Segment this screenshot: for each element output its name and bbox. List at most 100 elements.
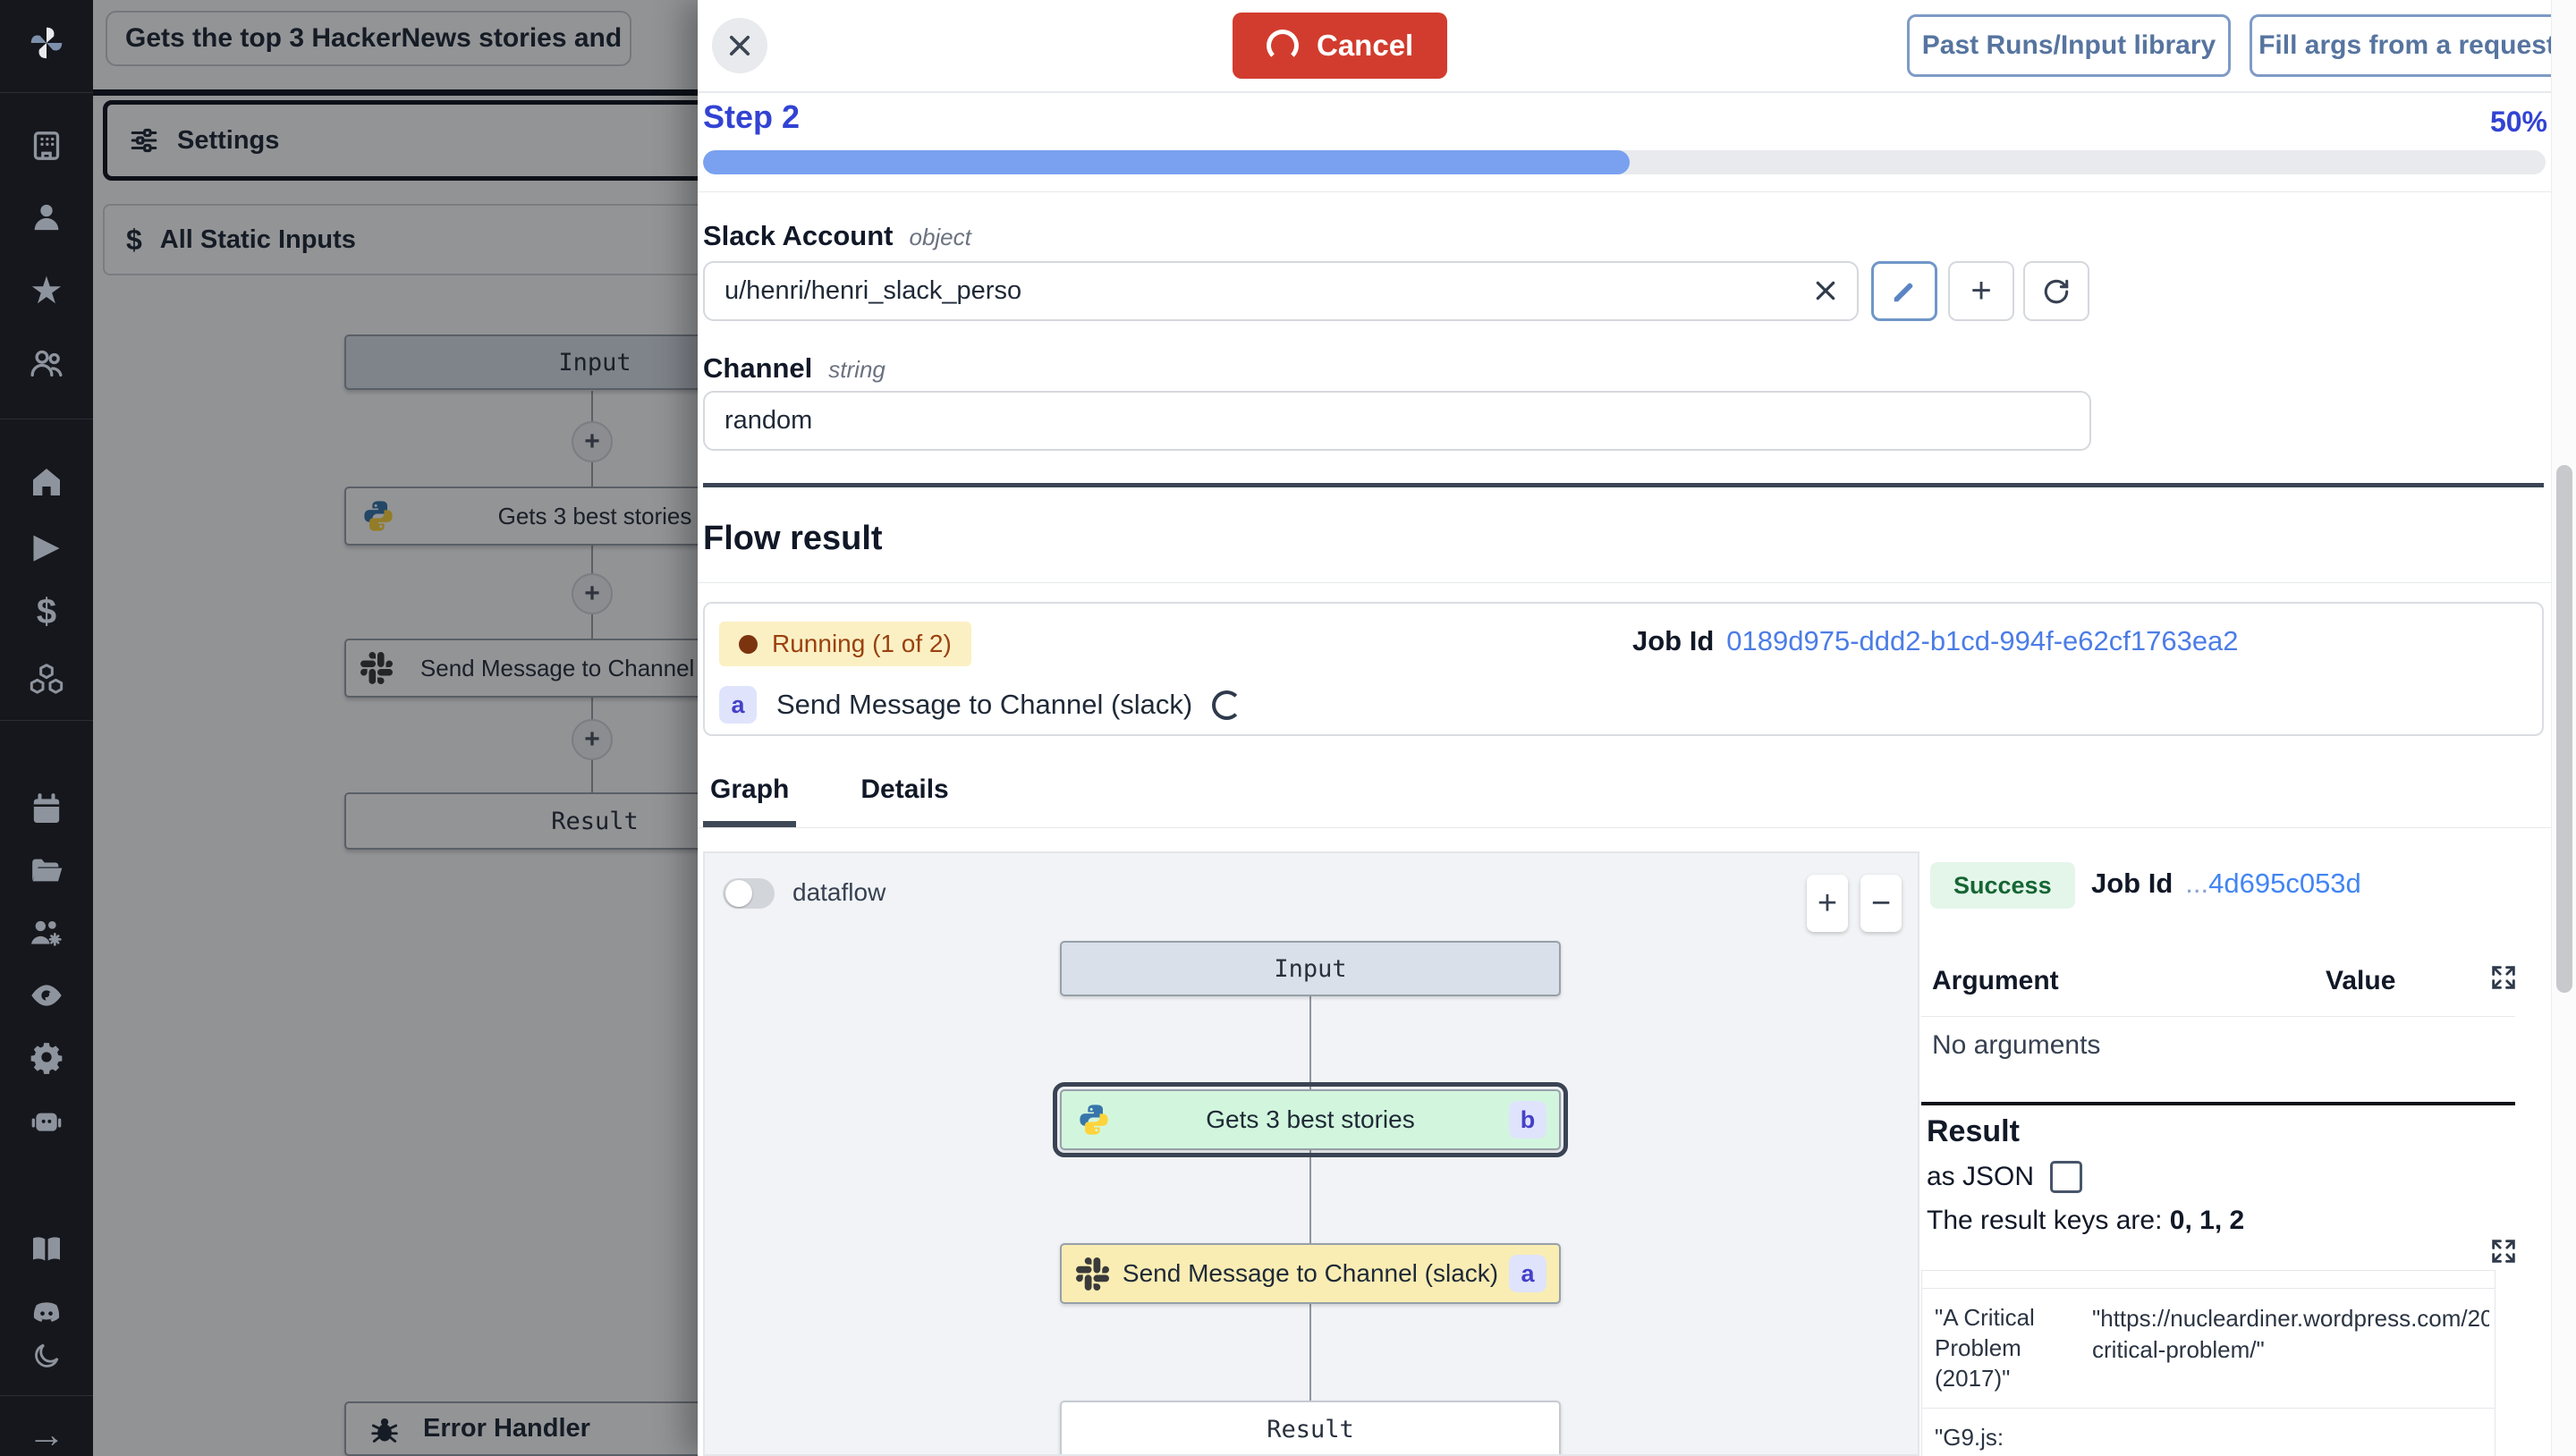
graph-edge xyxy=(1309,996,1311,1089)
graph-node-result[interactable]: Result xyxy=(1060,1401,1561,1456)
node-badge: b xyxy=(1509,1101,1546,1139)
expand-args-icon[interactable] xyxy=(2488,962,2519,993)
zoom-out-button[interactable]: − xyxy=(1860,875,1902,932)
workers-robot-icon[interactable] xyxy=(0,1101,93,1140)
graph-edge xyxy=(1309,1304,1311,1401)
refresh-resource-button[interactable] xyxy=(2023,261,2089,321)
argument-column-header: Argument xyxy=(1932,966,2059,996)
as-json-checkbox[interactable] xyxy=(2050,1161,2082,1193)
result-keys-text: The result keys are: 0, 1, 2 xyxy=(1927,1206,2244,1236)
scrollbar-thumb[interactable] xyxy=(2556,465,2572,993)
modal-overlay[interactable] xyxy=(93,0,698,1456)
node-badge: a xyxy=(1509,1255,1546,1292)
expand-sidebar-arrow-icon[interactable]: → xyxy=(0,1415,93,1454)
workspace-building-icon[interactable] xyxy=(0,126,93,165)
users-icon[interactable] xyxy=(0,343,93,383)
divider xyxy=(698,191,2576,192)
job-id-row: Job Id 0189d975-ddd2-b1cd-994f-e62cf1763… xyxy=(1632,625,2239,657)
refresh-icon xyxy=(2042,277,2071,306)
sidebar-divider xyxy=(0,720,93,721)
divider xyxy=(1921,1016,2515,1017)
tabs-divider xyxy=(698,827,2576,828)
graph-node-step-b[interactable]: Gets 3 best stories b xyxy=(1060,1089,1561,1150)
app-sidebar: ★ ▶ $ → xyxy=(0,0,93,1456)
table-row: "A Critical Problem (2017)" "https://nuc… xyxy=(1922,1289,2495,1409)
job-id-link[interactable]: 0189d975-ddd2-b1cd-994f-e62cf1763ea2 xyxy=(1726,625,2238,657)
close-icon[interactable] xyxy=(712,18,767,73)
runs-play-icon[interactable]: ▶ xyxy=(0,527,93,566)
graph-node-input[interactable]: Input xyxy=(1060,941,1561,996)
dark-mode-moon-icon[interactable] xyxy=(0,1338,93,1374)
table-row: "G9.js: Automatically "http://omrelli.ug… xyxy=(1922,1409,2495,1456)
current-step-row: a Send Message to Channel (slack) xyxy=(719,686,1241,724)
progress-percent: 50% xyxy=(2490,106,2547,139)
step-id-badge: a xyxy=(719,686,757,724)
resources-cubes-icon[interactable] xyxy=(0,659,93,698)
step-job-id-link[interactable]: 4d695c053d xyxy=(2208,868,2361,899)
home-icon[interactable] xyxy=(0,462,93,502)
dataflow-label: dataflow xyxy=(792,878,886,907)
add-resource-button[interactable]: + xyxy=(1948,261,2014,321)
running-status-badge: Running (1 of 2) xyxy=(719,622,971,666)
drawer-scrollbar[interactable] xyxy=(2551,0,2576,1456)
groups-users-gear-icon[interactable] xyxy=(0,913,93,952)
flow-status-card: Running (1 of 2) Job Id 0189d975-ddd2-b1… xyxy=(703,602,2544,736)
channel-label: Channel string xyxy=(703,352,886,385)
slack-account-input[interactable] xyxy=(703,261,1859,321)
success-status-badge: Success xyxy=(1930,862,2075,909)
result-key-cell: "A Critical Problem (2017)" xyxy=(1922,1289,2081,1408)
tab-graph[interactable]: Graph xyxy=(703,775,796,827)
user-icon[interactable] xyxy=(0,198,93,237)
flow-graph-panel: dataflow + − Input Gets 3 best stories b… xyxy=(703,851,1919,1456)
slack-account-label: Slack Account object xyxy=(703,220,971,252)
pencil-icon xyxy=(1891,278,1918,305)
result-section-divider xyxy=(1921,1102,2515,1105)
as-json-row: as JSON xyxy=(1927,1161,2082,1193)
step-job-id-row: Job Id ...4d695c053d xyxy=(2091,868,2361,900)
schedules-calendar-icon[interactable] xyxy=(0,790,93,829)
status-dot-icon xyxy=(739,635,758,654)
channel-input[interactable] xyxy=(703,391,2091,451)
graph-node-step-a[interactable]: Send Message to Channel (slack) a xyxy=(1060,1243,1561,1304)
docs-book-icon[interactable] xyxy=(0,1230,93,1269)
step-job-panel: Success Job Id ...4d695c053d Argument Va… xyxy=(1921,851,2549,1456)
result-heading: Result xyxy=(1927,1114,2020,1149)
past-runs-button[interactable]: Past Runs/Input library xyxy=(1907,14,2231,77)
result-table: "A Critical Problem (2017)" "https://nuc… xyxy=(1921,1270,2496,1456)
tab-details[interactable]: Details xyxy=(853,775,955,827)
folders-icon[interactable] xyxy=(0,851,93,891)
favorites-star-icon[interactable]: ★ xyxy=(0,271,93,310)
result-key-cell: "G9.js: Automatically xyxy=(1922,1409,2081,1456)
audit-eye-icon[interactable] xyxy=(0,976,93,1015)
result-tabs: Graph Details xyxy=(703,775,956,827)
windmill-logo-icon[interactable] xyxy=(0,21,93,64)
flow-result-heading: Flow result xyxy=(703,520,883,558)
fill-args-button[interactable]: Fill args from a request xyxy=(2250,14,2564,77)
toggle-knob xyxy=(725,880,752,907)
result-value-cell: "https://nucleardiner.wordpress.com/2017… xyxy=(2081,1289,2495,1408)
graph-edge xyxy=(1309,1150,1311,1243)
zoom-in-button[interactable]: + xyxy=(1807,875,1848,932)
loading-spinner-icon xyxy=(1267,30,1299,62)
clear-field-icon[interactable] xyxy=(1809,274,1843,308)
python-icon xyxy=(1076,1102,1112,1138)
expand-result-icon[interactable] xyxy=(2488,1236,2519,1266)
run-preview-drawer: Cancel Past Runs/Input library Fill args… xyxy=(698,0,2576,1456)
sidebar-divider xyxy=(0,1395,93,1396)
variables-dollar-icon[interactable]: $ xyxy=(0,592,93,631)
drawer-header: Cancel Past Runs/Input library Fill args… xyxy=(698,0,2576,93)
step-progress-label: Step 2 xyxy=(703,98,800,136)
table-header-strip xyxy=(1922,1271,2495,1289)
result-value-cell: "http://omrelli.ug/g9/gallery/" xyxy=(2081,1409,2495,1456)
settings-gear-icon[interactable] xyxy=(0,1037,93,1077)
dataflow-toggle[interactable] xyxy=(723,878,775,909)
edit-resource-button[interactable] xyxy=(1871,261,1937,321)
slack-account-field xyxy=(703,261,1859,321)
cancel-run-button[interactable]: Cancel xyxy=(1233,13,1447,79)
step-running-spinner-icon xyxy=(1212,690,1241,720)
discord-icon[interactable] xyxy=(0,1293,93,1333)
sidebar-divider xyxy=(0,92,93,93)
progress-bar xyxy=(703,150,2546,174)
progress-bar-fill xyxy=(703,150,1630,174)
slack-icon xyxy=(1076,1257,1109,1291)
